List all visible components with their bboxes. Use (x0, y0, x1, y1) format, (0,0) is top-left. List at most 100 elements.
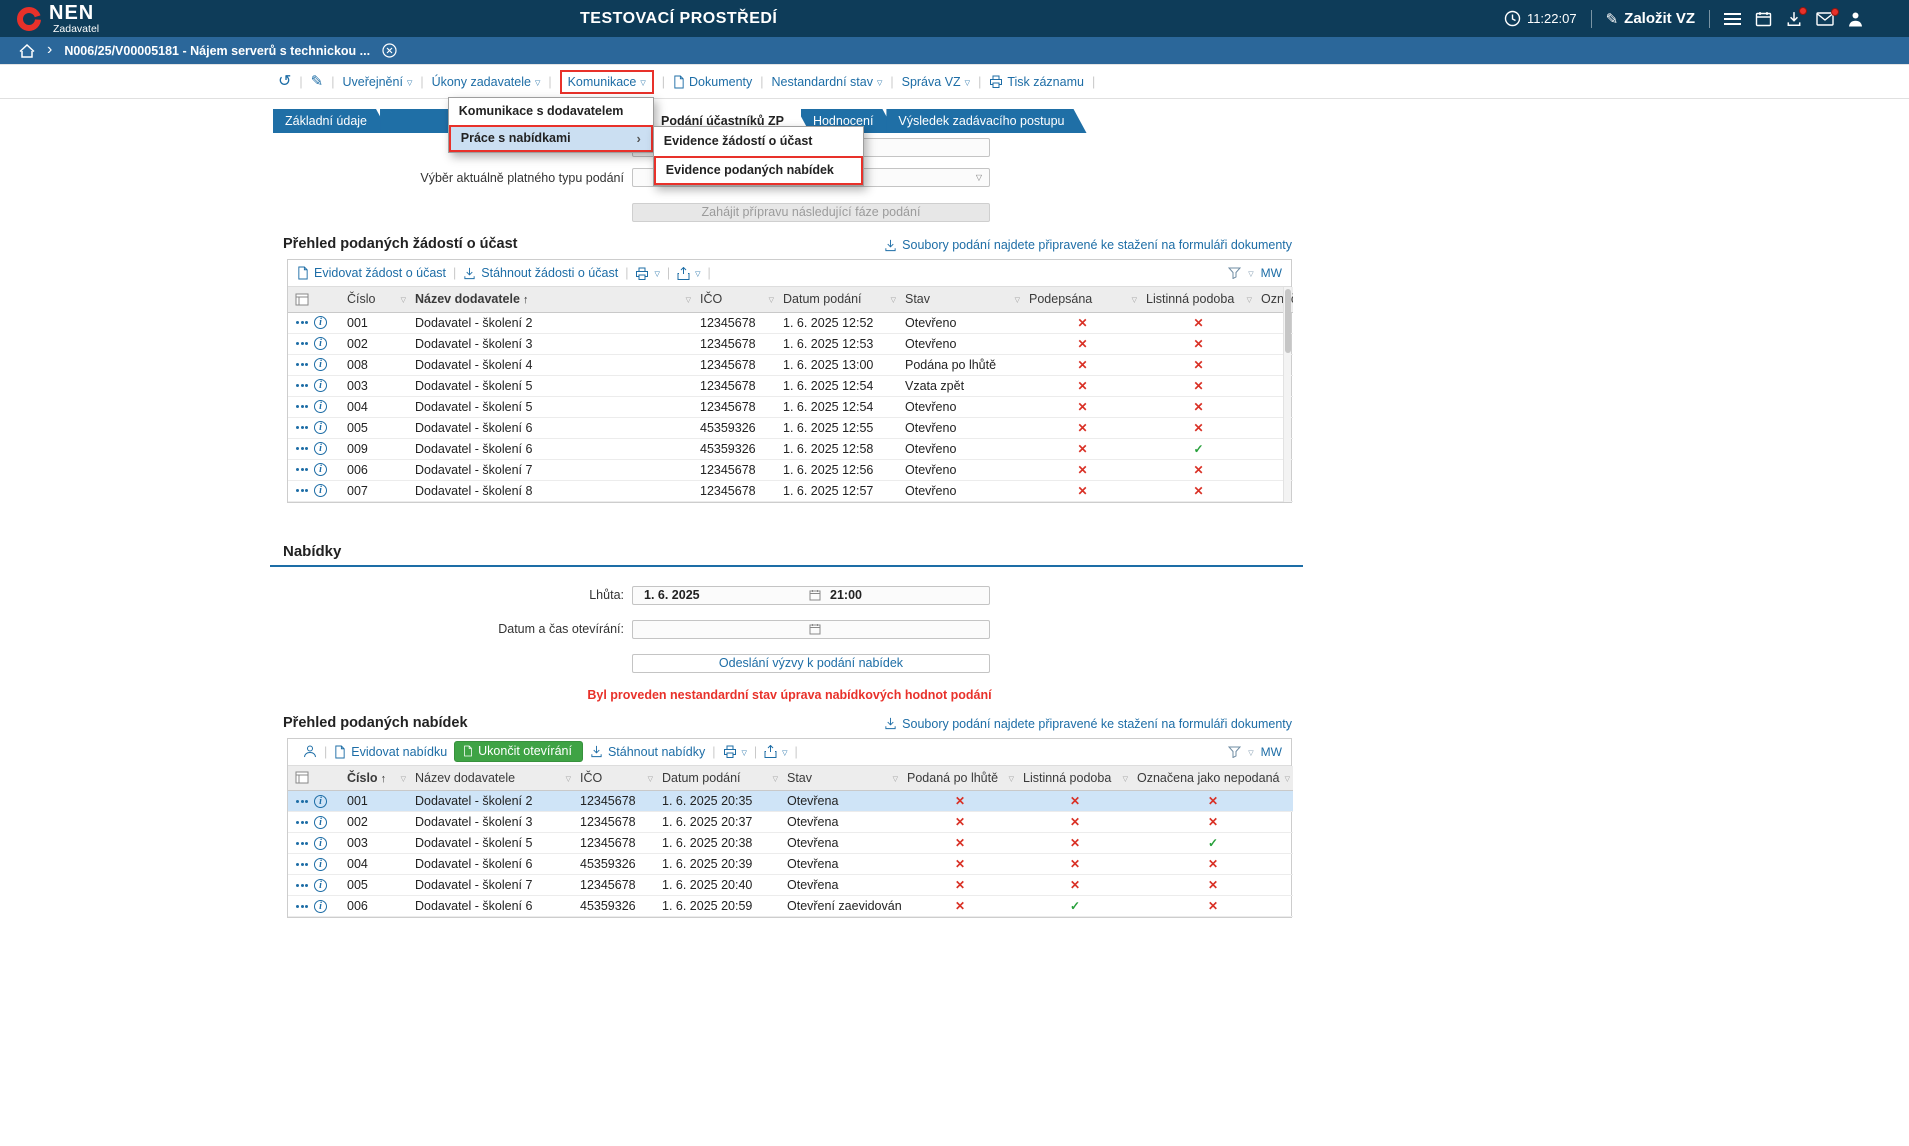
info-icon[interactable]: i (314, 900, 327, 913)
table-row[interactable]: i005Dodavatel - školení 7123456781. 6. 2… (288, 875, 1293, 896)
export-button[interactable]: ▽ (677, 267, 700, 280)
toolbar-item-dokumenty[interactable]: Dokumenty (673, 75, 752, 89)
column-header[interactable]: Listinná podoba▽ (1140, 287, 1255, 312)
table-row[interactable]: i003Dodavatel - školení 5123456781. 6. 2… (288, 375, 1293, 396)
column-header[interactable]: Stav▽ (781, 766, 901, 791)
row-menu-icon[interactable] (296, 426, 308, 429)
menu-item-evidence-podanych-nabidek[interactable]: Evidence podaných nabídek (654, 156, 863, 185)
print-button[interactable]: ▽ (635, 267, 659, 280)
info-icon[interactable]: i (314, 463, 327, 476)
lhuta-field[interactable]: 1. 6. 2025 21:00 (632, 586, 990, 605)
opening-datetime-field[interactable] (632, 620, 990, 639)
column-header[interactable]: Stav▽ (899, 287, 1023, 312)
home-icon[interactable] (19, 44, 35, 58)
table-row[interactable]: i008Dodavatel - školení 4123456781. 6. 2… (288, 354, 1293, 375)
finish-opening-button[interactable]: Ukončit otevírání (454, 741, 583, 762)
table-row[interactable]: i006Dodavatel - školení 7123456781. 6. 2… (288, 459, 1293, 480)
table-scrollbar[interactable] (1283, 287, 1291, 502)
filter-caret-icon[interactable]: ▽ (1247, 296, 1252, 304)
row-menu-icon[interactable] (296, 447, 308, 450)
calendar-small-icon[interactable] (809, 623, 821, 635)
row-menu-icon[interactable] (296, 363, 308, 366)
info-icon[interactable]: i (314, 379, 327, 392)
toolbar-item-uverejneni[interactable]: Uveřejnění▽ (342, 75, 412, 89)
chevron-down-icon[interactable]: ▽ (1248, 749, 1253, 757)
filter-caret-icon[interactable]: ▽ (401, 775, 406, 783)
row-menu-icon[interactable] (296, 800, 308, 803)
filter-icon[interactable] (1228, 746, 1241, 758)
filter-caret-icon[interactable]: ▽ (1009, 775, 1014, 783)
info-icon[interactable]: i (314, 837, 327, 850)
chevron-down-icon[interactable]: ▽ (1248, 270, 1253, 278)
filter-icon[interactable] (1228, 267, 1241, 279)
toolbar-item-tisk-zaznamu[interactable]: Tisk záznamu (989, 75, 1084, 89)
filter-caret-icon[interactable]: ▽ (686, 296, 691, 304)
participant-icon[interactable] (303, 745, 317, 758)
toolbar-item-sprava-vz[interactable]: Správa VZ▽ (902, 75, 970, 89)
mw-toggle[interactable]: MW (1261, 266, 1282, 280)
info-icon[interactable]: i (314, 795, 327, 808)
mw-toggle[interactable]: MW (1261, 745, 1282, 759)
filter-caret-icon[interactable]: ▽ (773, 775, 778, 783)
column-header[interactable]: IČO▽ (694, 287, 777, 312)
column-header[interactable]: Označena jako nepodaná▽ (1131, 766, 1293, 791)
send-offer-invitation-button[interactable]: Odeslání výzvy k podání nabídek (632, 654, 990, 673)
nen-logo[interactable]: NEN Zadavatel (16, 3, 99, 35)
register-request-button[interactable]: Evidovat žádost o účast (297, 266, 446, 280)
row-menu-icon[interactable] (296, 468, 308, 471)
row-menu-icon[interactable] (296, 842, 308, 845)
filter-caret-icon[interactable]: ▽ (566, 775, 571, 783)
row-menu-icon[interactable] (296, 884, 308, 887)
row-menu-icon[interactable] (296, 342, 308, 345)
history-icon[interactable]: ↺ (278, 74, 291, 90)
row-menu-icon[interactable] (296, 863, 308, 866)
column-header[interactable]: Název dodavatele ↑▽ (409, 287, 694, 312)
table-row[interactable]: i007Dodavatel - školení 8123456781. 6. 2… (288, 480, 1293, 501)
table-row[interactable]: i003Dodavatel - školení 5123456781. 6. 2… (288, 833, 1293, 854)
table-row[interactable]: i002Dodavatel - školení 3123456781. 6. 2… (288, 333, 1293, 354)
filter-caret-icon[interactable]: ▽ (769, 296, 774, 304)
menu-item-prace-s-nabidkami[interactable]: Práce s nabídkami › (449, 125, 653, 152)
menu-item-komunikace-s-dodavatelem[interactable]: Komunikace s dodavatelem (449, 98, 653, 125)
download-icon[interactable] (1786, 11, 1802, 27)
requests-files-link[interactable]: Soubory podání najdete připravené ke sta… (884, 238, 1292, 252)
tab-vysledek-zadavaciho-postupu[interactable]: Výsledek zadávacího postupu (886, 109, 1086, 133)
info-icon[interactable]: i (314, 316, 327, 329)
toolbar-item-ukony-zadavatele[interactable]: Úkony zadavatele▽ (432, 75, 541, 89)
filter-caret-icon[interactable]: ▽ (1015, 296, 1020, 304)
edit-record-icon[interactable]: ✎ (311, 74, 324, 89)
info-icon[interactable]: i (314, 400, 327, 413)
breadcrumb-item[interactable]: N006/25/V00005181 - Nájem serverů s tech… (64, 44, 370, 58)
table-row[interactable]: i002Dodavatel - školení 3123456781. 6. 2… (288, 812, 1293, 833)
table-row[interactable]: i005Dodavatel - školení 6453593261. 6. 2… (288, 417, 1293, 438)
row-menu-icon[interactable] (296, 321, 308, 324)
row-menu-icon[interactable] (296, 905, 308, 908)
column-header[interactable]: Číslo ↑▽ (341, 766, 409, 791)
info-icon[interactable]: i (314, 337, 327, 350)
column-header[interactable]: Datum podání▽ (656, 766, 781, 791)
row-menu-icon[interactable] (296, 384, 308, 387)
table-row[interactable]: i009Dodavatel - školení 6453593261. 6. 2… (288, 438, 1293, 459)
mail-icon[interactable] (1816, 12, 1834, 26)
toolbar-item-nestandardni-stav[interactable]: Nestandardní stav▽ (772, 75, 883, 89)
table-row[interactable]: i004Dodavatel - školení 6453593261. 6. 2… (288, 854, 1293, 875)
filter-caret-icon[interactable]: ▽ (891, 296, 896, 304)
filter-caret-icon[interactable]: ▽ (1285, 775, 1290, 783)
column-header[interactable]: IČO▽ (574, 766, 656, 791)
tab-zakladni-udaje[interactable]: Základní údaje (273, 109, 389, 133)
toolbar-item-komunikace[interactable]: Komunikace▽ Komunikace s dodavatelem Prá… (560, 70, 654, 94)
filter-caret-icon[interactable]: ▽ (401, 296, 406, 304)
menu-icon[interactable] (1724, 13, 1741, 25)
export-button[interactable]: ▽ (764, 745, 787, 758)
filter-caret-icon[interactable]: ▽ (648, 775, 653, 783)
info-icon[interactable]: i (314, 816, 327, 829)
table-row[interactable]: i001Dodavatel - školení 2123456781. 6. 2… (288, 791, 1293, 812)
calendar-icon[interactable] (1755, 11, 1772, 27)
column-header[interactable]: Podaná po lhůtě▽ (901, 766, 1017, 791)
column-header[interactable]: Název dodavatele▽ (409, 766, 574, 791)
column-header[interactable]: Číslo▽ (341, 287, 409, 312)
column-header[interactable]: Datum podání▽ (777, 287, 899, 312)
create-vz-button[interactable]: ✎ Založit VZ (1606, 10, 1695, 28)
start-next-phase-button[interactable]: Zahájit přípravu následující fáze podání (632, 203, 990, 222)
filter-caret-icon[interactable]: ▽ (1123, 775, 1128, 783)
